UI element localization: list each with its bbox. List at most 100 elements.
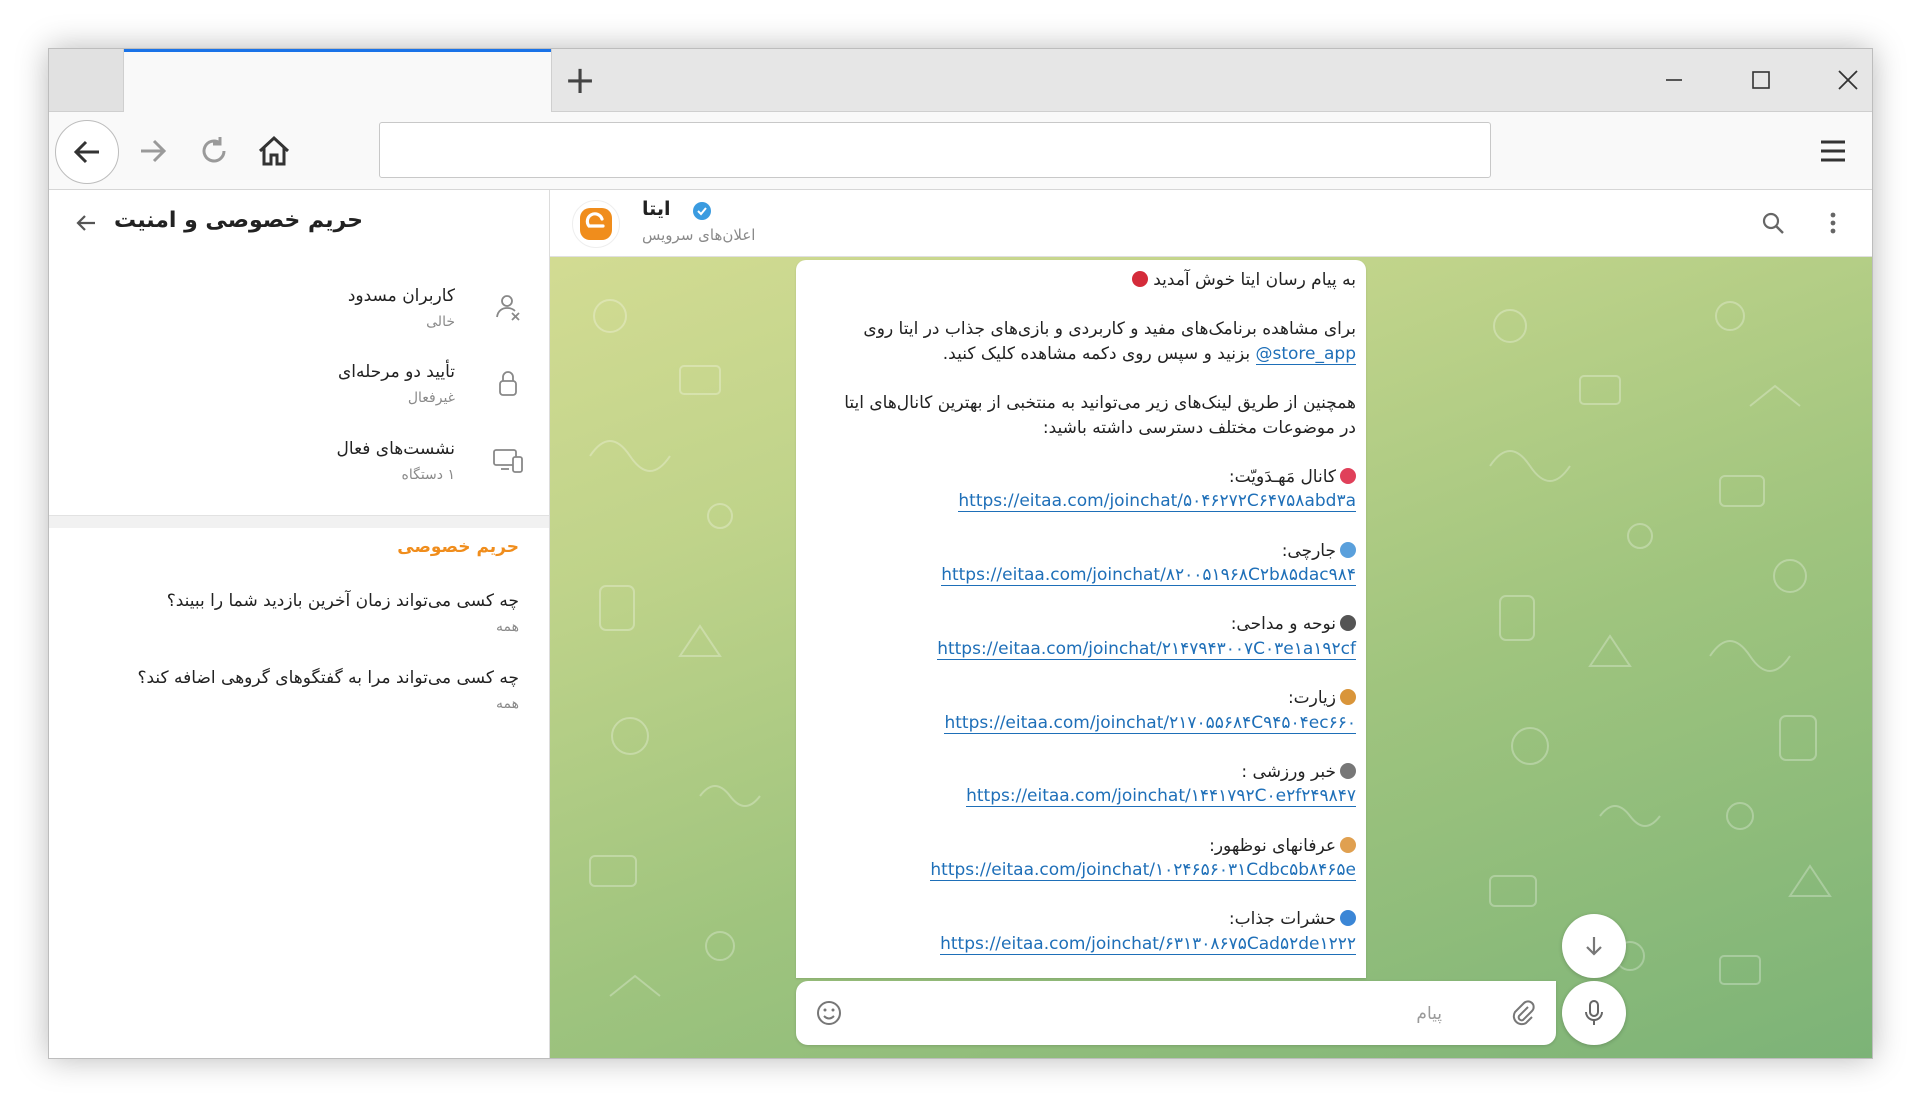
attach-button[interactable] bbox=[1508, 998, 1538, 1028]
plus-icon: + bbox=[564, 58, 596, 102]
channel-link[interactable]: https://eitaa.com/joinchat/۱۴۴۱۷۹۲C۰e۲f۲… bbox=[966, 786, 1356, 808]
channel-name: ایتا bbox=[642, 198, 671, 220]
message-bubble: به پیام رسان ایتا خوش آمدید برای مشاهده … bbox=[796, 260, 1366, 978]
eitaa-logo-icon bbox=[580, 208, 612, 240]
store-app-link[interactable]: @store_app bbox=[1255, 343, 1356, 365]
message-composer bbox=[796, 981, 1556, 1045]
browser-window: + حریم خصوصی و امنیت کاربران مسدود خالی … bbox=[48, 48, 1873, 1059]
search-icon bbox=[1762, 212, 1784, 234]
shrine-emoji-icon bbox=[1340, 689, 1356, 706]
settings-item-active-sessions[interactable]: نشست‌های فعال ۱ دستگاه bbox=[49, 431, 549, 501]
navigation-bar bbox=[49, 112, 1872, 190]
maximize-button[interactable] bbox=[1731, 57, 1791, 103]
close-button[interactable] bbox=[1818, 57, 1872, 103]
chat-search-button[interactable] bbox=[1758, 208, 1788, 238]
reload-button[interactable] bbox=[187, 124, 241, 178]
settings-item-label: تأیید دو مرحله‌ای bbox=[337, 362, 455, 382]
chat-header[interactable]: ایتا اعلان‌های سرویس bbox=[550, 190, 1872, 257]
arrow-left-icon bbox=[76, 215, 95, 231]
message-paragraph: بزنید و سپس روی دکمه مشاهده کلیک کنید. bbox=[942, 343, 1251, 364]
channel-link[interactable]: https://eitaa.com/joinchat/۵۰۴۶۲۷۲C۶۴۷۵۸… bbox=[958, 491, 1356, 513]
smiley-icon bbox=[817, 1001, 841, 1025]
arrow-left-icon bbox=[73, 140, 99, 164]
maximize-icon bbox=[1752, 71, 1770, 89]
settings-sidebar: حریم خصوصی و امنیت کاربران مسدود خالی تأ… bbox=[49, 190, 550, 1058]
privacy-item-value: همه bbox=[496, 619, 519, 635]
writing-hand-emoji-icon bbox=[1340, 836, 1356, 853]
channel-avatar[interactable] bbox=[572, 200, 620, 248]
verified-badge-icon bbox=[693, 202, 711, 220]
settings-item-value: ۱ دستگاه bbox=[401, 467, 455, 483]
channel-title: خبر ورزشی : bbox=[1241, 761, 1336, 782]
channel-link[interactable]: https://eitaa.com/joinchat/۶۳۱۳۰۸۶۷۵Cad۵… bbox=[940, 934, 1356, 956]
channel-title: جارچی: bbox=[1281, 540, 1336, 561]
section-divider bbox=[49, 515, 549, 528]
message-input[interactable] bbox=[860, 991, 1444, 1037]
browser-forward-button[interactable] bbox=[126, 124, 180, 178]
minimize-button[interactable] bbox=[1644, 57, 1704, 103]
hamburger-menu-icon bbox=[1821, 140, 1845, 162]
globe-emoji-icon bbox=[1340, 541, 1356, 558]
blocked-user-icon bbox=[491, 290, 525, 324]
lock-icon bbox=[491, 366, 525, 400]
message-paragraph: در موضوعات مختلف دسترسی داشته باشید: bbox=[1042, 417, 1356, 438]
address-bar[interactable] bbox=[379, 122, 1491, 178]
tab-inactive[interactable] bbox=[49, 49, 124, 111]
privacy-item-last-seen[interactable]: چه کسی می‌تواند زمان آخرین بازدید شما را… bbox=[49, 591, 549, 655]
privacy-item-groups[interactable]: چه کسی می‌تواند مرا به گفتگوهای گروهی اض… bbox=[49, 668, 549, 732]
app-content: حریم خصوصی و امنیت کاربران مسدود خالی تأ… bbox=[49, 190, 1872, 1058]
new-tab-button[interactable]: + bbox=[557, 57, 603, 103]
settings-item-blocked-users[interactable]: کاربران مسدود خالی bbox=[49, 278, 549, 348]
more-vertical-icon bbox=[1830, 212, 1836, 234]
arrow-right-icon bbox=[141, 139, 167, 163]
message-paragraph: برای مشاهده برنامک‌های مفید و کاربردی و … bbox=[863, 319, 1356, 340]
privacy-item-label: چه کسی می‌تواند زمان آخرین بازدید شما را… bbox=[166, 591, 519, 611]
home-button[interactable] bbox=[247, 124, 301, 178]
chat-more-button[interactable] bbox=[1818, 208, 1848, 238]
channel-title: عرفانهای نوظهور: bbox=[1209, 835, 1336, 856]
paperclip-icon bbox=[1512, 1000, 1535, 1026]
channel-title: کانال مَهـدَویّت: bbox=[1228, 466, 1336, 487]
privacy-item-value: همه bbox=[496, 696, 519, 712]
rose-emoji-icon bbox=[1131, 271, 1148, 287]
privacy-item-label: چه کسی می‌تواند مرا به گفتگوهای گروهی اض… bbox=[137, 668, 519, 688]
emoji-button[interactable] bbox=[814, 998, 844, 1028]
settings-item-value: غیرفعال bbox=[407, 390, 455, 406]
microphone-icon bbox=[1585, 1000, 1603, 1025]
sidebar-header: حریم خصوصی و امنیت bbox=[49, 190, 549, 256]
browser-back-button[interactable] bbox=[55, 120, 119, 184]
page-title: حریم خصوصی و امنیت bbox=[114, 208, 363, 233]
reload-icon bbox=[202, 137, 226, 163]
message-paragraph: همچنین از طریق لینک‌های زیر می‌توانید به… bbox=[844, 392, 1356, 413]
privacy-section-header: حریم خصوصی bbox=[397, 537, 519, 557]
minimize-icon bbox=[1666, 79, 1682, 81]
settings-item-label: نشست‌های فعال bbox=[336, 439, 455, 459]
channel-subtitle: اعلان‌های سرویس bbox=[642, 226, 756, 244]
chat-panel: ایتا اعلان‌های سرویس به پیام رسان ایتا خ… bbox=[550, 190, 1872, 1058]
sidebar-back-button[interactable] bbox=[71, 208, 101, 238]
channel-link[interactable]: https://eitaa.com/joinchat/۱۰۲۴۶۵۶۰۳۱Cdb… bbox=[930, 860, 1356, 882]
message-greeting: به پیام رسان ایتا خوش آمدید bbox=[1153, 270, 1356, 290]
speaker-emoji-icon bbox=[1340, 615, 1356, 632]
voice-message-button[interactable] bbox=[1562, 981, 1626, 1045]
channel-link[interactable]: https://eitaa.com/joinchat/۲۱۴۷۹۴۳۰۰۷C۰۳… bbox=[937, 638, 1356, 660]
scroll-down-button[interactable] bbox=[1562, 914, 1626, 978]
channel-link[interactable]: https://eitaa.com/joinchat/۸۲۰۰۵۱۹۶۸C۲b۸… bbox=[941, 565, 1356, 587]
channel-title: حشرات جذاب: bbox=[1228, 909, 1336, 930]
flower-emoji-icon bbox=[1340, 467, 1356, 484]
arrow-down-icon bbox=[1586, 937, 1602, 956]
settings-item-two-step[interactable]: تأیید دو مرحله‌ای غیرفعال bbox=[49, 354, 549, 424]
devices-icon bbox=[491, 443, 525, 477]
message-text: به پیام رسان ایتا خوش آمدید برای مشاهده … bbox=[806, 268, 1356, 957]
channel-link[interactable]: https://eitaa.com/joinchat/۲۱۷۰۵۵۶۸۴C۹۴۵… bbox=[944, 712, 1356, 734]
browser-menu-button[interactable] bbox=[1806, 124, 1860, 178]
tab-strip: + bbox=[49, 49, 1872, 112]
channel-title: زیارت: bbox=[1287, 688, 1336, 709]
channel-title: نوحه و مداحی: bbox=[1230, 614, 1336, 635]
settings-item-value: خالی bbox=[426, 314, 455, 330]
soccer-ball-emoji-icon bbox=[1340, 762, 1356, 779]
butterfly-emoji-icon bbox=[1340, 910, 1356, 927]
home-icon bbox=[258, 135, 290, 166]
close-icon bbox=[1838, 70, 1858, 90]
tab-active[interactable] bbox=[124, 49, 552, 112]
